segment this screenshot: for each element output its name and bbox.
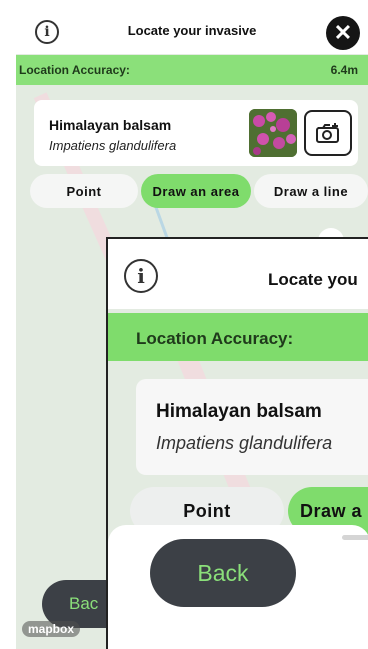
add-photo-button[interactable] (304, 110, 352, 156)
species-common-name: Himalayan balsam (49, 117, 172, 133)
species-card[interactable]: Himalayan balsam Impatiens glandulifera (34, 100, 358, 166)
close-icon: ✕ (333, 20, 353, 45)
zoomed-inset: i Locate you Location Accuracy: Himalaya… (106, 237, 368, 649)
inset-accuracy-label: Location Accuracy: (136, 329, 294, 348)
header: i Locate your invasive ✕ (16, 14, 368, 54)
inset-species-latin-name: Impatiens glandulifera (156, 433, 333, 453)
inset-title: Locate you (268, 270, 358, 289)
camera-add-icon (316, 123, 339, 143)
close-button[interactable]: ✕ (326, 16, 360, 50)
inset-header: i Locate you (108, 239, 368, 309)
accuracy-value: 6.4m (330, 63, 358, 77)
inset-species-card[interactable]: Himalayan balsam Impatiens glandulifera (136, 379, 368, 475)
inset-back-button[interactable]: Back (150, 539, 296, 607)
sheet-handle[interactable] (342, 535, 368, 540)
inset-bottom-sheet: Back (108, 525, 368, 649)
page-title: Locate your invasive (127, 23, 257, 38)
accuracy-label: Location Accuracy: (19, 63, 130, 77)
location-accuracy-bar: Location Accuracy: 6.4m (16, 55, 368, 85)
inset-accuracy-bar: Location Accuracy: (108, 313, 368, 361)
mapbox-logo: mapbox (22, 621, 81, 637)
mode-point-button[interactable]: Point (30, 174, 138, 208)
draw-mode-selector: Point Draw an area Draw a line (30, 174, 368, 208)
info-icon[interactable]: i (35, 20, 59, 44)
info-icon[interactable]: i (124, 259, 158, 293)
inset-species-common-name: Himalayan balsam (156, 401, 322, 422)
mode-area-button[interactable]: Draw an area (141, 174, 251, 208)
species-photo (249, 109, 297, 157)
mode-line-button[interactable]: Draw a line (254, 174, 368, 208)
species-latin-name: Impatiens glandulifera (49, 138, 177, 153)
